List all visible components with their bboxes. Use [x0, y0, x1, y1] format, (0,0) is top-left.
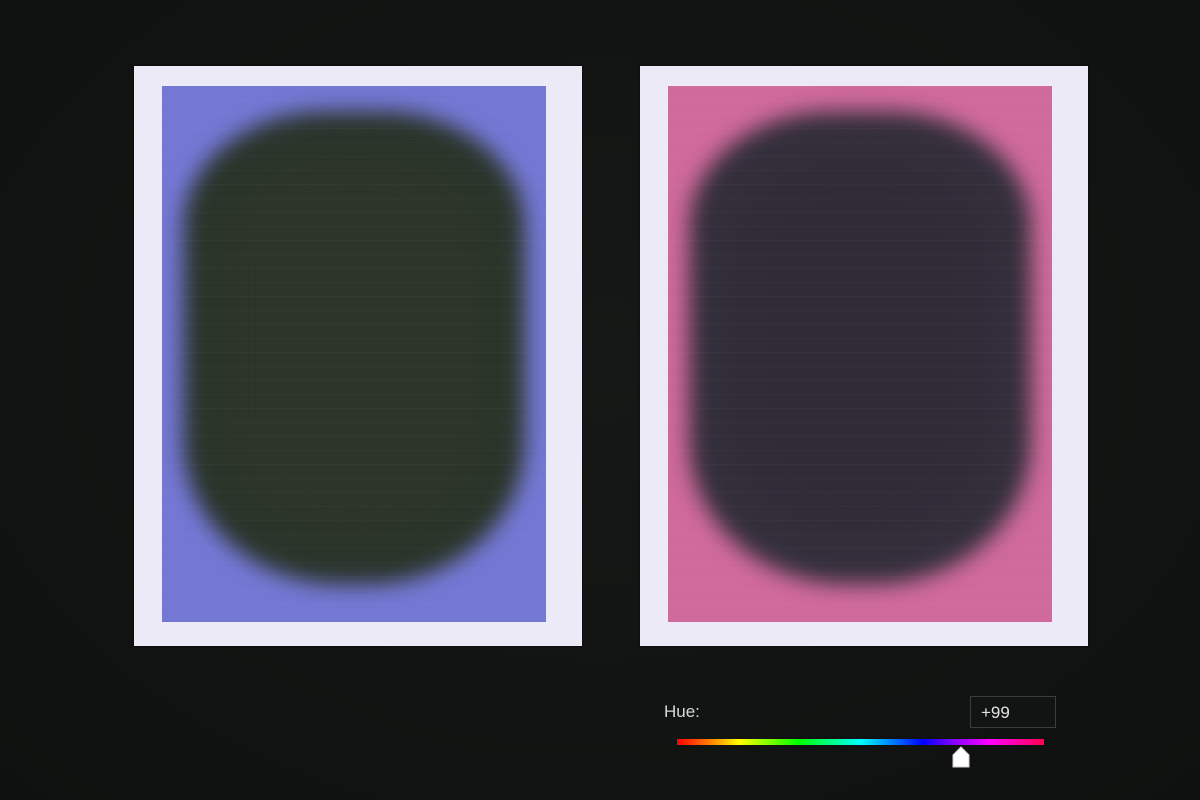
- house-shaped-thumb-icon[interactable]: [951, 746, 971, 768]
- print-original: [134, 66, 582, 646]
- hue-control: Hue: +99: [660, 696, 1060, 772]
- print-hue-shifted: [640, 66, 1088, 646]
- hue-slider-track[interactable]: [677, 739, 1044, 745]
- canvas-background: Hue: +99: [0, 0, 1200, 800]
- photo-original: [162, 86, 546, 622]
- hue-value-input[interactable]: +99: [970, 696, 1056, 728]
- dark-blob-core: [210, 146, 498, 546]
- photo-hue-shifted: [668, 86, 1052, 622]
- hue-label: Hue:: [664, 702, 700, 721]
- dark-blob-core: [716, 146, 1004, 546]
